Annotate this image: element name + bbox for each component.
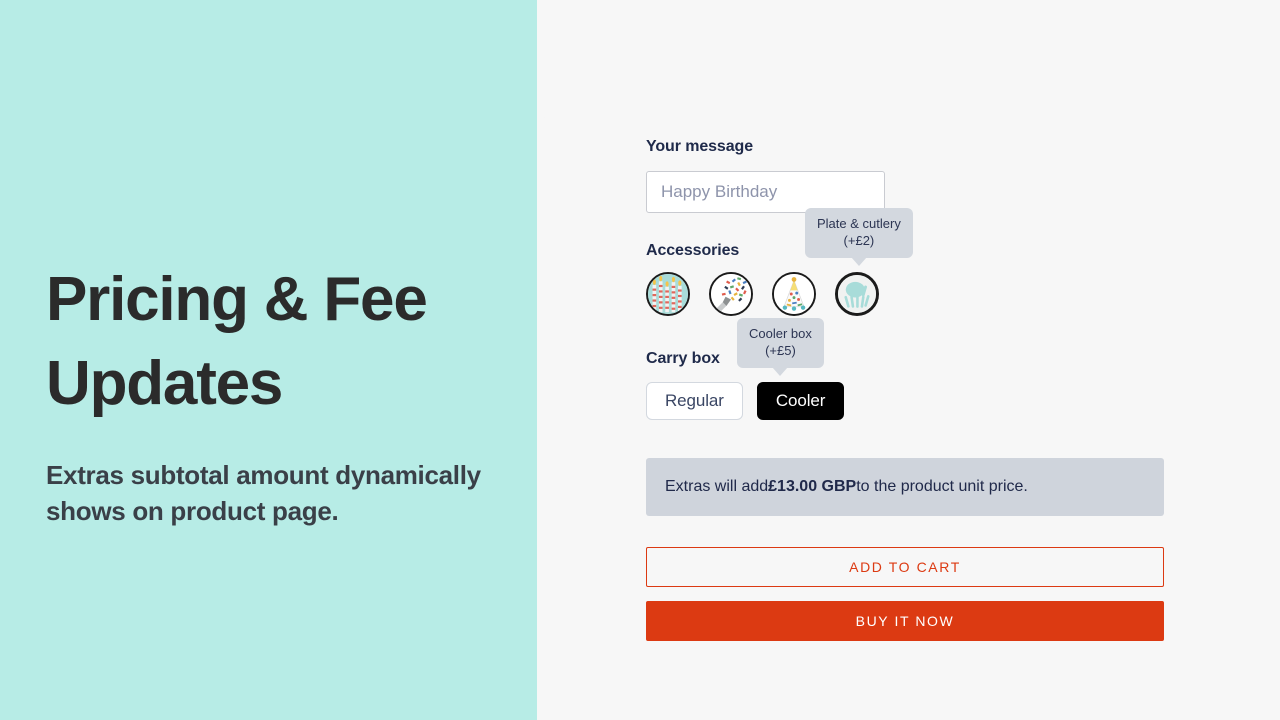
carry-box-option-regular[interactable]: Regular (646, 382, 743, 420)
purchase-actions: ADD TO CART BUY IT NOW (646, 547, 1164, 641)
extras-notice-amount: £13.00 GBP (768, 478, 857, 495)
promo-headline: Pricing & Fee Updates (46, 265, 428, 418)
message-input[interactable] (646, 171, 885, 213)
accessory-option-plate-and-cutlery[interactable] (835, 272, 879, 316)
promo-panel: Pricing & Fee Updates Extras subtotal am… (0, 0, 537, 720)
carry-box-section: Cooler box (+£5) Carry box Regular Coole… (646, 318, 1164, 420)
birthday-candles-icon (648, 274, 688, 314)
extras-notice-prefix: Extras will add (665, 478, 769, 495)
party-hat-icon (774, 274, 814, 314)
accessory-option-confetti[interactable] (709, 272, 753, 316)
accessories-tooltip: Plate & cutlery (+£2) (805, 208, 913, 266)
plate-and-cutlery-icon (838, 275, 876, 313)
carry-box-tooltip: Cooler box (+£5) (737, 318, 824, 376)
carry-box-tooltip-name: Cooler box (749, 326, 812, 341)
extras-subtotal-notice: Extras will add £13.00 GBP to the produc… (646, 458, 1164, 516)
product-form-card: Your message Plate & cutlery (+£2) Acces… (537, 110, 1280, 720)
accessories-section: Plate & cutlery (+£2) Accessories (646, 208, 1164, 316)
message-label: Your message (646, 138, 753, 155)
message-section: Your message (646, 138, 1164, 213)
carry-box-option-cooler[interactable]: Cooler (756, 382, 845, 420)
carry-box-option-list: Regular Cooler (646, 382, 1164, 420)
accessories-tooltip-price: (+£2) (843, 233, 875, 248)
buy-it-now-button[interactable]: BUY IT NOW (646, 601, 1164, 641)
carry-box-label: Carry box (646, 350, 720, 367)
confetti-sprinkles-icon (711, 274, 751, 314)
accessory-swatch-list (646, 272, 1164, 316)
accessories-tooltip-name: Plate & cutlery (817, 216, 901, 231)
carry-box-tooltip-price: (+£5) (765, 343, 796, 358)
extras-notice-suffix: to the product unit price. (856, 478, 1028, 495)
promo-subheadline: Extras subtotal amount dynamically shows… (46, 460, 481, 526)
add-to-cart-button[interactable]: ADD TO CART (646, 547, 1164, 587)
accessory-option-candles[interactable] (646, 272, 690, 316)
accessory-option-party-hat[interactable] (772, 272, 816, 316)
product-options-form: Your message Plate & cutlery (+£2) Acces… (646, 138, 1164, 641)
